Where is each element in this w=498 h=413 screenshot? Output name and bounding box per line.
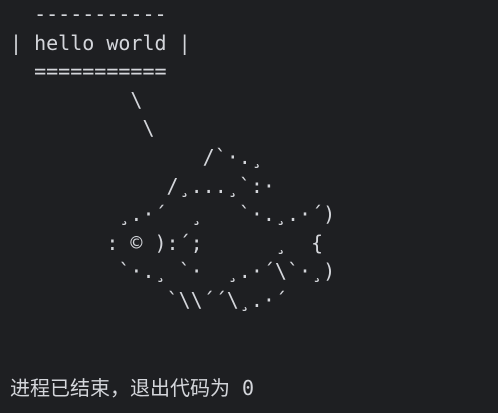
program-output: ----------- | hello world | =========== \…	[10, 0, 335, 315]
speech-bubble-bottom-border: ===========	[10, 59, 167, 84]
fish-art-line-5: `·.¸ `· ¸.·´\`·¸)	[10, 259, 336, 284]
terminal-output-panel[interactable]: ----------- | hello world | =========== \…	[0, 0, 498, 413]
speech-bubble-text: | hello world |	[10, 30, 191, 55]
fish-art-line-2: /¸...¸`:·	[10, 173, 275, 198]
fish-art-line-1: /`·.¸	[10, 144, 263, 169]
process-exit-message: 进程已结束，退出代码为 0	[10, 376, 255, 400]
fish-art-line-4: : © ):´; ¸ {	[10, 230, 324, 255]
fish-art-line-3: ¸.·´ ¸ `·.¸.·´)	[10, 202, 336, 227]
speech-tail-line-2: \	[10, 116, 155, 141]
speech-tail-line-1: \	[10, 87, 143, 112]
fish-art-line-6: `\\´´\¸.·´	[10, 287, 287, 312]
speech-bubble-top-border: -----------	[10, 2, 167, 26]
